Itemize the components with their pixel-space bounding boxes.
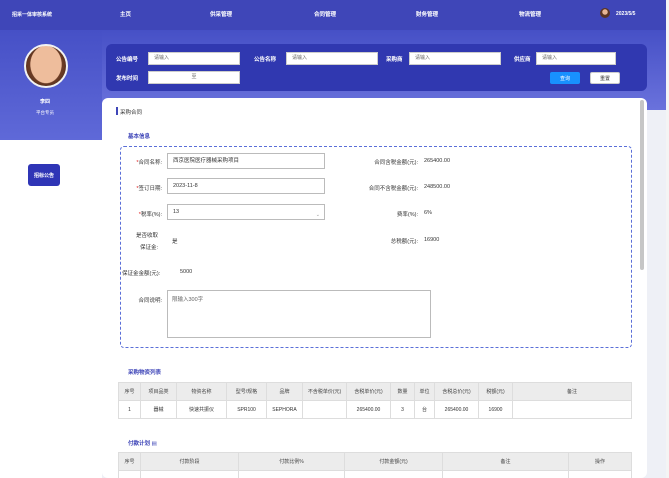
menu-item-tender-notice[interactable]: 招标公告 bbox=[28, 164, 60, 186]
total-tax-label: 合同含税金额(元): bbox=[374, 160, 418, 166]
col-header: 品牌 bbox=[266, 382, 303, 401]
col-header: 备注 bbox=[442, 452, 569, 471]
col-header: 数量 bbox=[390, 382, 415, 401]
nav-contract[interactable]: 合同管理 bbox=[314, 10, 336, 18]
remark-textarea[interactable]: 限输入300字 bbox=[167, 290, 431, 338]
label-notice-name: 公告名称 bbox=[254, 57, 277, 63]
col-header: 付款阶段 bbox=[140, 452, 239, 471]
table-header-row: 序号 项目品类 物资名称 型号/规格 品牌 不含税单价(元) 含税单价(元) 数… bbox=[118, 382, 632, 401]
contract-name-label: *合同名称: bbox=[136, 160, 162, 166]
table-row: 1 器械 快速共振仪 SPR100 SEPHORA 265400.00 3 台 … bbox=[118, 400, 632, 419]
notice-no-input[interactable]: 请输入 bbox=[148, 52, 240, 65]
publish-time-range[interactable]: 至 bbox=[148, 71, 240, 84]
table-cell: SPR100 bbox=[226, 400, 267, 419]
nav-home[interactable]: 主页 bbox=[120, 10, 131, 18]
nav-finance[interactable]: 财务管理 bbox=[416, 10, 438, 18]
avatar bbox=[24, 44, 68, 88]
table-cell bbox=[512, 400, 632, 419]
nav-logistics[interactable]: 物流管理 bbox=[519, 10, 541, 18]
query-button[interactable]: 查询 bbox=[550, 72, 580, 84]
col-header: 项目品类 bbox=[140, 382, 177, 401]
total-tax-amount-value: 16900 bbox=[424, 237, 440, 243]
search-panel: 公告编号 请输入 公告名称 请输入 采购商 请输入 供应商 请输入 发布时间 至… bbox=[106, 44, 647, 91]
col-header: 含税单价(元) bbox=[346, 382, 391, 401]
col-header: 物资名称 bbox=[176, 382, 227, 401]
tax-rate-label: *税率(%): bbox=[138, 212, 162, 218]
col-header: 不含税单价(元) bbox=[302, 382, 347, 401]
sign-date-label: *签订日期: bbox=[136, 186, 162, 192]
section-materials: 采购物资列表 bbox=[128, 370, 162, 376]
table-cell: 16900 bbox=[478, 400, 513, 419]
nav-supply[interactable]: 供采管理 bbox=[210, 10, 232, 18]
notice-name-input[interactable]: 请输入 bbox=[286, 52, 378, 65]
list-icon: ▤ bbox=[151, 441, 157, 447]
col-header: 备注 bbox=[512, 382, 632, 401]
buyer-input[interactable]: 请输入 bbox=[409, 52, 501, 65]
deposit-amount-value: 5000 bbox=[180, 269, 193, 275]
table-cell: 器械 bbox=[140, 400, 177, 419]
total-tax-amount-label: 总税额(元): bbox=[390, 239, 418, 245]
supplier-input[interactable]: 请输入 bbox=[536, 52, 616, 65]
table-header-row: 序号 付款阶段 付款比例% 付款金额(元) 备注 操作 bbox=[118, 452, 632, 471]
title-marker bbox=[116, 107, 118, 115]
chevron-down-icon: ⌄ bbox=[315, 212, 320, 218]
system-name: 招采一体审核系统 bbox=[12, 12, 53, 18]
col-header: 含税总价(元) bbox=[434, 382, 479, 401]
materials-table: 序号 项目品类 物资名称 型号/规格 品牌 不含税单价(元) 含税单价(元) 数… bbox=[118, 382, 632, 419]
table-cell: 265400.00 bbox=[346, 400, 391, 419]
col-header: 序号 bbox=[118, 382, 141, 401]
col-header: 付款金额(元) bbox=[344, 452, 443, 471]
reset-button[interactable]: 重置 bbox=[590, 72, 620, 84]
table-cell: 快速共振仪 bbox=[176, 400, 227, 419]
deposit-value: 是 bbox=[172, 239, 178, 245]
contract-name-input[interactable]: 西京医院医疗器械采购项目 bbox=[167, 153, 325, 169]
total-tax-value: 265400.00 bbox=[424, 158, 450, 164]
user-avatar-small[interactable] bbox=[600, 8, 610, 18]
table-cell: 3 bbox=[390, 400, 415, 419]
sign-date-input[interactable]: 2023-11-8 bbox=[167, 178, 325, 194]
fee-rate-value: 6% bbox=[424, 210, 432, 216]
scrollbar[interactable] bbox=[640, 100, 644, 270]
total-notax-label: 合同不含税金额(元): bbox=[368, 186, 418, 192]
user-role: 平台专员 bbox=[36, 110, 54, 115]
label-notice-no: 公告编号 bbox=[116, 57, 139, 63]
current-date: 2023/5/5 bbox=[616, 11, 636, 17]
remark-label: 合同说明: bbox=[138, 298, 162, 304]
user-name: 李四 bbox=[39, 99, 50, 105]
tax-rate-select[interactable]: 13 ⌄ bbox=[167, 204, 325, 220]
col-header: 付款比例% bbox=[238, 452, 345, 471]
fee-rate-label: 费率(%): bbox=[396, 212, 418, 218]
top-bar: 招采一体审核系统 主页 供采管理 合同管理 财务管理 物流管理 2023/5/5 bbox=[0, 0, 669, 30]
sidebar: 李四 平台专员 招标公告 bbox=[0, 30, 102, 478]
table-cell: 265400.00 bbox=[434, 400, 479, 419]
col-header: 操作 bbox=[568, 452, 632, 471]
contract-panel: 采购合同 基本信息 *合同名称: 西京医院医疗器械采购项目 *签订日期: 202… bbox=[102, 98, 647, 478]
deposit-label: 是否收取 保证金: bbox=[135, 233, 158, 251]
label-publish-time: 发布时间 bbox=[116, 76, 139, 82]
col-header: 序号 bbox=[118, 452, 141, 471]
total-notax-value: 248500.00 bbox=[424, 184, 450, 190]
deposit-amount-label: 保证金金额(元): bbox=[122, 271, 161, 277]
page-title: 采购合同 bbox=[120, 110, 143, 116]
col-header: 税额(元) bbox=[478, 382, 513, 401]
table-row bbox=[118, 470, 632, 478]
table-cell: 1 bbox=[118, 400, 141, 419]
label-buyer: 采购商 bbox=[386, 57, 403, 63]
section-basic-info: 基本信息 bbox=[128, 134, 151, 140]
col-header: 型号/规格 bbox=[226, 382, 267, 401]
section-payment-plan: 付款计划 ▤ bbox=[128, 441, 157, 447]
table-cell: SEPHORA bbox=[266, 400, 303, 419]
label-supplier: 供应商 bbox=[514, 57, 531, 63]
table-cell bbox=[302, 400, 347, 419]
payment-table: 序号 付款阶段 付款比例% 付款金额(元) 备注 操作 bbox=[118, 452, 632, 478]
table-cell: 台 bbox=[414, 400, 435, 419]
col-header: 单位 bbox=[414, 382, 435, 401]
